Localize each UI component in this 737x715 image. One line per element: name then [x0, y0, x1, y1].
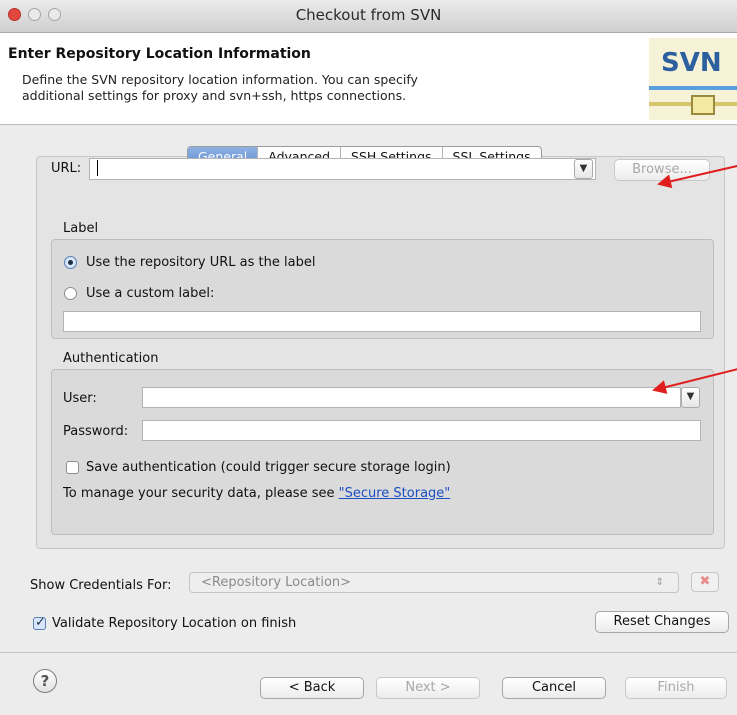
- secure-storage-link[interactable]: "Secure Storage": [339, 486, 451, 501]
- description-line-2: additional settings for proxy and svn+ss…: [22, 88, 407, 103]
- reset-changes-button[interactable]: Reset Changes: [595, 611, 729, 633]
- footer-separator: [0, 652, 737, 653]
- url-input[interactable]: [89, 158, 596, 180]
- show-credentials-select[interactable]: <Repository Location> ⇕: [189, 572, 679, 593]
- window-title: Checkout from SVN: [295, 6, 442, 24]
- svn-logo-blue-line: [649, 86, 737, 90]
- next-button[interactable]: Next >: [376, 677, 480, 699]
- use-custom-label-label: Use a custom label:: [86, 286, 215, 301]
- page-title: Enter Repository Location Information: [8, 46, 311, 62]
- back-button[interactable]: < Back: [260, 677, 364, 699]
- use-repository-url-label: Use the repository URL as the label: [86, 255, 316, 270]
- custom-label-input[interactable]: [63, 311, 701, 332]
- delete-credentials-icon[interactable]: ✖: [691, 572, 719, 592]
- user-dropdown-button[interactable]: ▼: [681, 387, 700, 408]
- use-repository-url-radio[interactable]: [64, 256, 77, 269]
- svn-logo-node-icon: [691, 95, 715, 115]
- page-description: Define the SVN repository location infor…: [22, 72, 522, 104]
- validate-repository-label: Validate Repository Location on finish: [52, 616, 297, 631]
- select-stepper-icon: ⇕: [655, 577, 664, 588]
- save-authentication-checkbox[interactable]: [66, 461, 79, 474]
- password-label: Password:: [63, 424, 129, 439]
- url-label: URL:: [51, 161, 82, 176]
- user-label: User:: [63, 391, 97, 406]
- show-credentials-value: <Repository Location>: [201, 575, 352, 590]
- show-credentials-label: Show Credentials For:: [30, 578, 172, 593]
- password-input[interactable]: [142, 420, 701, 441]
- label-group-title: Label: [63, 221, 99, 236]
- authentication-group-title: Authentication: [63, 351, 159, 366]
- security-data-message: To manage your security data, please see: [63, 486, 339, 501]
- security-data-text: To manage your security data, please see…: [63, 486, 450, 501]
- url-dropdown-button[interactable]: ▼: [574, 159, 593, 179]
- validate-repository-checkbox[interactable]: [33, 615, 46, 630]
- use-custom-label-radio[interactable]: [64, 287, 77, 300]
- text-cursor: [97, 160, 98, 176]
- svn-logo-text: SVN: [661, 48, 722, 78]
- help-icon[interactable]: ?: [33, 669, 57, 693]
- finish-button[interactable]: Finish: [625, 677, 727, 699]
- user-input[interactable]: [142, 387, 681, 408]
- save-authentication-label: Save authentication (could trigger secur…: [86, 460, 451, 475]
- description-line-1: Define the SVN repository location infor…: [22, 72, 418, 87]
- cancel-button[interactable]: Cancel: [502, 677, 606, 699]
